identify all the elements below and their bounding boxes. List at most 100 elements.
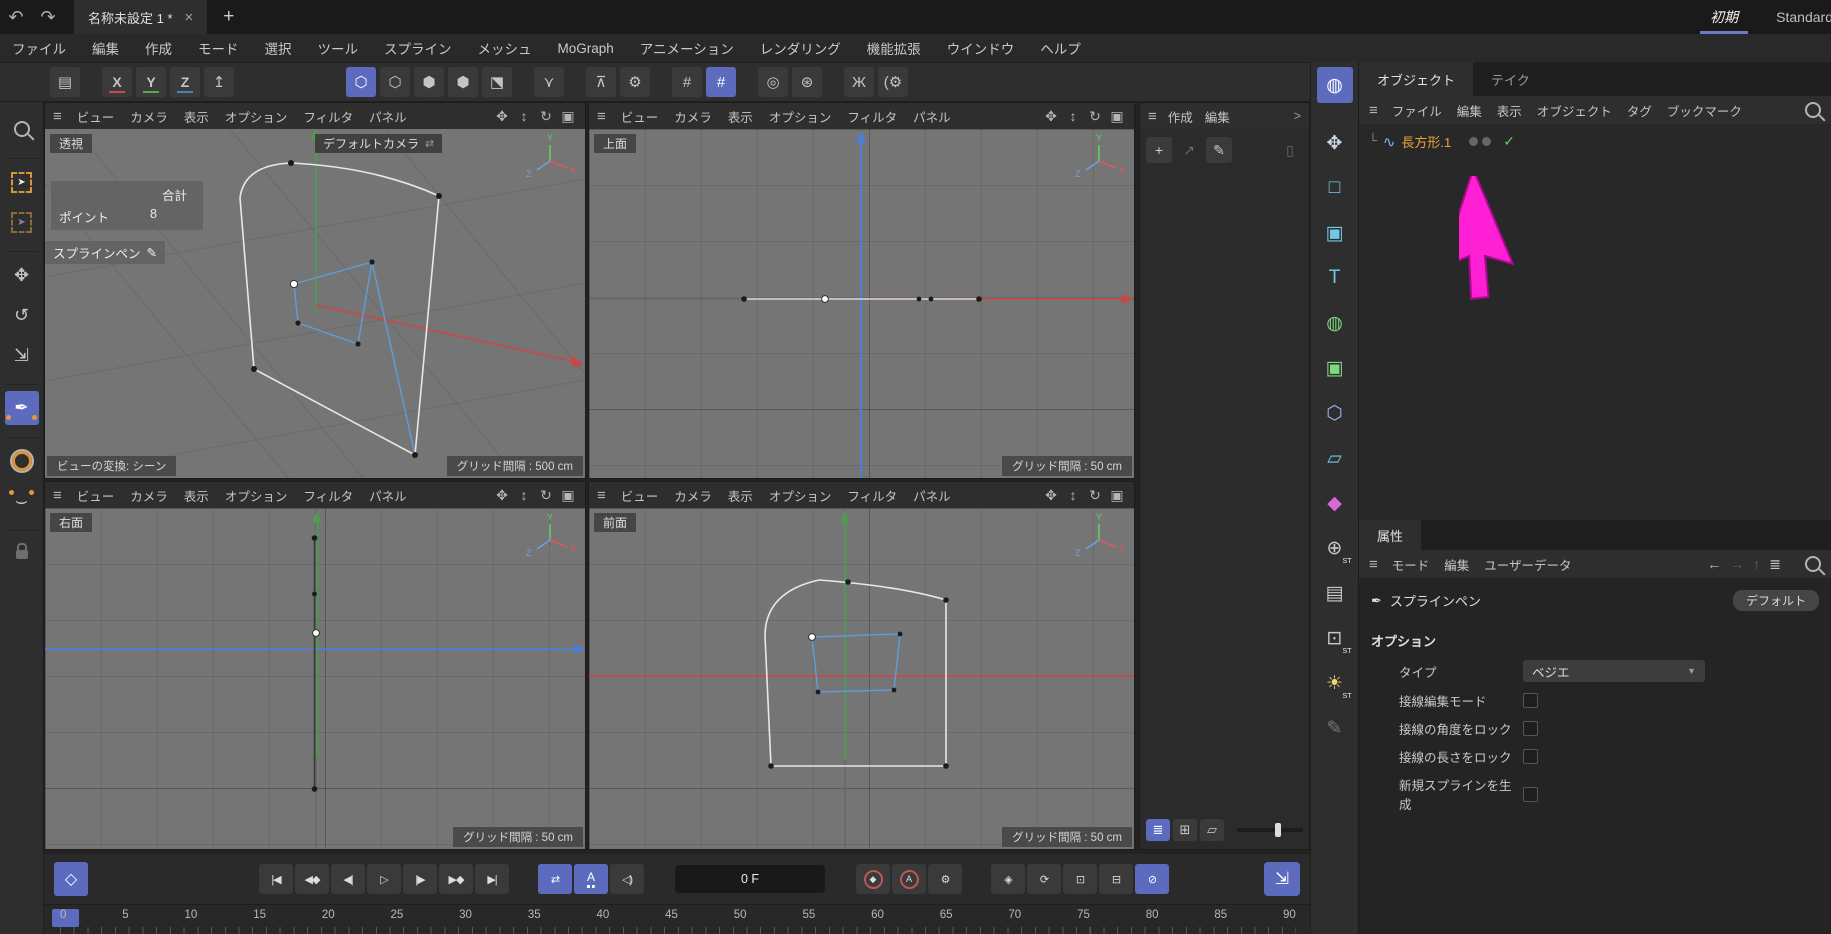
tab-attributes[interactable]: 属性	[1359, 520, 1421, 550]
target-button[interactable]: ◎	[758, 67, 788, 97]
viewport-menu-item[interactable]: フィルタ	[303, 486, 353, 505]
hamburger-icon[interactable]: ≡	[1369, 556, 1377, 573]
search-icon[interactable]	[1805, 556, 1821, 572]
workplane-snap-button[interactable]: ⊼	[586, 67, 616, 97]
toolbar-button[interactable]	[292, 67, 306, 97]
autokey-mode-button[interactable]: A	[574, 864, 608, 894]
orbit-view-icon[interactable]: ↻	[537, 487, 555, 504]
menu-item[interactable]: レンダリング	[760, 38, 841, 58]
toolbar-button[interactable]	[568, 67, 582, 97]
toolbar-button[interactable]	[328, 67, 342, 97]
texture-mode-button[interactable]: ⬔	[482, 67, 512, 97]
lock-z-axis-button[interactable]: Z	[170, 67, 200, 97]
hamburger-icon[interactable]: ≡	[1148, 108, 1156, 125]
maximize-view-icon[interactable]: ▣	[1108, 108, 1126, 125]
panel-menu-item[interactable]: 作成	[1168, 107, 1193, 126]
viewport-menu-item[interactable]: 表示	[184, 486, 209, 505]
viewport-menu-item[interactable]: オプション	[225, 107, 288, 126]
tweak-mode-icon[interactable]: ✥	[1317, 125, 1353, 161]
annotate-pen-icon[interactable]: ✎	[1317, 710, 1353, 746]
tool-button[interactable]	[5, 152, 39, 159]
manager-menu-item[interactable]: タグ	[1627, 101, 1652, 120]
viewport-menu-item[interactable]: パネル	[913, 486, 951, 505]
checkbox[interactable]	[1523, 749, 1538, 764]
key-parameter-button[interactable]: ⊡	[1063, 864, 1097, 894]
viewport-canvas-front[interactable]: YXZ 前面 グリッド間隔 : 50 cm	[589, 508, 1134, 849]
current-frame-field[interactable]: 0 F	[675, 865, 825, 893]
new-tab-button[interactable]: +	[223, 6, 234, 28]
layout-tab-startup[interactable]: 初期	[1700, 0, 1748, 34]
keyframe-diamond-button[interactable]: ◇	[54, 862, 88, 896]
menu-item[interactable]: 機能拡張	[867, 38, 921, 58]
camera-swap-icon[interactable]: ⇄	[425, 137, 434, 150]
toolbar-button[interactable]	[256, 67, 270, 97]
pan-view-icon[interactable]: ✥	[1042, 108, 1060, 125]
viewport-menu-item[interactable]: パネル	[369, 486, 407, 505]
hamburger-icon[interactable]: ≡	[53, 108, 61, 125]
rect-selection-button[interactable]: ➤	[5, 205, 39, 239]
dolly-view-icon[interactable]: ↕	[515, 487, 533, 503]
object-name[interactable]: 長方形.1	[1401, 132, 1451, 151]
layer-view-button[interactable]: ▱	[1200, 819, 1224, 841]
tool-button[interactable]	[5, 524, 39, 531]
toolbar-button[interactable]	[826, 67, 840, 97]
menu-item[interactable]: 作成	[145, 38, 172, 58]
instance-icon[interactable]: ▱	[1317, 440, 1353, 476]
default-preset-button[interactable]: デフォルト	[1733, 590, 1819, 611]
key-pla-button[interactable]: ⊟	[1099, 864, 1133, 894]
play-button[interactable]: ▷	[367, 864, 401, 894]
render-visibility-dot[interactable]	[1482, 137, 1491, 146]
checkbox[interactable]	[1523, 693, 1538, 708]
symmetry-settings-button[interactable]: (⚙	[878, 67, 908, 97]
goto-start-button[interactable]: |◀	[259, 864, 293, 894]
hamburger-icon[interactable]: ≡	[1369, 102, 1377, 119]
spline-primitive-icon[interactable]: □	[1317, 170, 1353, 206]
tool-button[interactable]	[5, 245, 39, 252]
symmetry-button[interactable]: Ж	[844, 67, 874, 97]
circle-tool-button[interactable]	[5, 444, 39, 478]
prev-frame-button[interactable]: ◀|	[331, 864, 365, 894]
viewport-menu-item[interactable]: カメラ	[130, 107, 168, 126]
render-active-view-button[interactable]: ◍	[1317, 67, 1353, 103]
record-keyframe-button[interactable]: ◆	[856, 864, 890, 894]
hamburger-icon[interactable]: ≡	[597, 108, 605, 125]
tool-button[interactable]	[5, 378, 39, 385]
viewport-menu-item[interactable]: カメラ	[674, 486, 712, 505]
viewport-canvas-perspective[interactable]: YXZ 透視 デフォルトカメラ ⇄ 合計 ポイント 8 スプラインペン ✎ ビュ…	[45, 129, 585, 478]
menu-item[interactable]: スプライン	[384, 38, 452, 58]
sound-button[interactable]: ◁)	[610, 864, 644, 894]
lock-workplane-button[interactable]	[5, 537, 39, 571]
viewport-menu-item[interactable]: パネル	[913, 107, 951, 126]
layout-tab-standard[interactable]: Standard	[1766, 0, 1831, 34]
enabled-check-icon[interactable]: ✓	[1503, 133, 1515, 150]
goto-end-button[interactable]: ▶|	[475, 864, 509, 894]
viewport-menu-item[interactable]: ビュー	[77, 107, 115, 126]
viewport-menu-item[interactable]: 表示	[728, 486, 753, 505]
arc-tool-button[interactable]: ⌣	[5, 484, 39, 518]
maximize-view-icon[interactable]: ▣	[559, 108, 577, 125]
hamburger-icon[interactable]: ≡	[53, 487, 61, 504]
points-mode-button[interactable]: ⬡	[346, 67, 376, 97]
scale-tool-button[interactable]: ⇲	[5, 338, 39, 372]
maximize-view-icon[interactable]: ▣	[1108, 487, 1126, 504]
orbit-view-icon[interactable]: ↻	[1086, 108, 1104, 125]
make-editable-icon[interactable]: ▤	[50, 67, 80, 97]
snap-lock-button[interactable]: #	[706, 67, 736, 97]
attributes-menu-item[interactable]: ユーザーデータ	[1484, 555, 1571, 574]
deformer-icon[interactable]: ◆	[1317, 485, 1353, 521]
polygons-mode-button[interactable]: ⬢	[414, 67, 444, 97]
lock-y-axis-button[interactable]: Y	[136, 67, 166, 97]
zoom-slider[interactable]	[1237, 828, 1303, 832]
model-mode-button[interactable]: ⬢	[448, 67, 478, 97]
attributes-menu-item[interactable]: 編集	[1444, 555, 1469, 574]
menu-item[interactable]: ウインドウ	[947, 38, 1015, 58]
list-view-button[interactable]: ≣	[1146, 819, 1170, 841]
grid-button[interactable]: #	[672, 67, 702, 97]
filter-icon[interactable]: ≣	[1769, 556, 1781, 573]
dolly-view-icon[interactable]: ↕	[1064, 487, 1082, 503]
viewport-menu-item[interactable]: ビュー	[77, 486, 115, 505]
search-commands-button[interactable]	[5, 112, 39, 146]
live-selection-button[interactable]: ➤	[5, 165, 39, 199]
autokey-lock-button[interactable]: ⊘	[1135, 864, 1169, 894]
overflow-chevron-icon[interactable]: >	[1294, 109, 1301, 123]
